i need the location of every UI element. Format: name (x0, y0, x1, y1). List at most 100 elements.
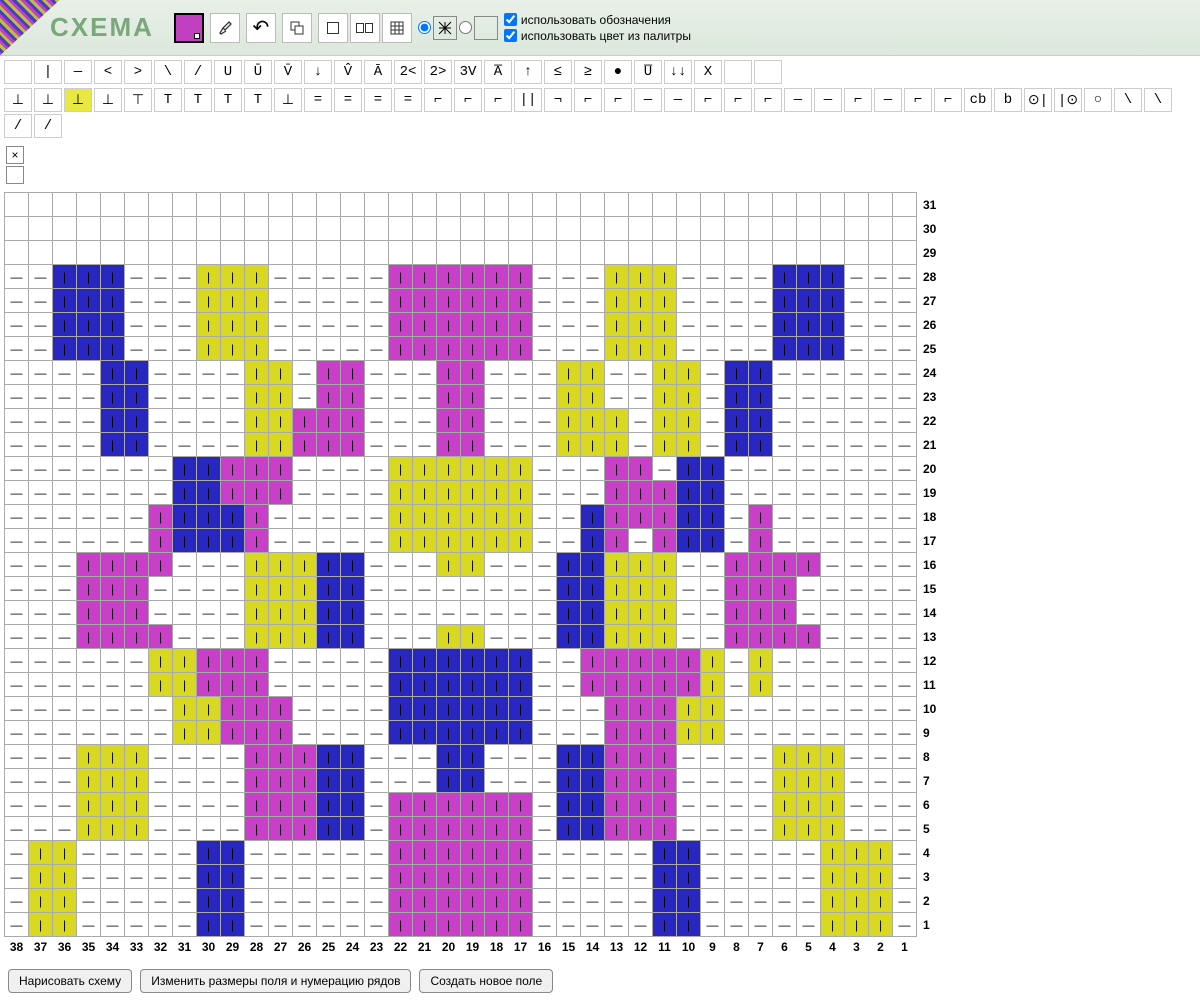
grid-cell[interactable]: | (269, 769, 293, 793)
grid-cell[interactable]: — (725, 793, 749, 817)
grid-cell[interactable]: — (221, 433, 245, 457)
grid-cell[interactable]: | (581, 793, 605, 817)
grid-cell[interactable]: | (653, 337, 677, 361)
grid-cell[interactable]: — (701, 577, 725, 601)
grid-cell[interactable]: — (893, 913, 917, 937)
grid-cell[interactable]: — (869, 289, 893, 313)
grid-cell[interactable]: | (869, 865, 893, 889)
grid-cell[interactable]: — (149, 889, 173, 913)
grid-cell[interactable]: | (629, 553, 653, 577)
grid-cell[interactable] (461, 241, 485, 265)
grid-cell[interactable]: | (677, 457, 701, 481)
grid-cell[interactable]: — (365, 481, 389, 505)
grid-cell[interactable]: | (341, 409, 365, 433)
grid-cell[interactable] (773, 241, 797, 265)
grid-cell[interactable]: — (29, 697, 53, 721)
grid-cell[interactable]: — (581, 337, 605, 361)
symbol-button[interactable]: ≤ (544, 60, 572, 84)
symbol-button[interactable]: ⊙| (1024, 88, 1052, 112)
grid-cell[interactable]: — (701, 745, 725, 769)
grid-cell[interactable]: — (77, 385, 101, 409)
grid-cell[interactable]: | (797, 745, 821, 769)
grid-cell[interactable]: — (101, 457, 125, 481)
grid-cell[interactable]: | (581, 505, 605, 529)
grid-cell[interactable]: — (365, 265, 389, 289)
grid-cell[interactable]: | (629, 769, 653, 793)
grid-cell[interactable]: — (269, 913, 293, 937)
grid-cell[interactable]: — (557, 337, 581, 361)
grid-cell[interactable]: — (293, 481, 317, 505)
grid-cell[interactable]: | (653, 697, 677, 721)
grid-cell[interactable]: — (677, 553, 701, 577)
grid-cell[interactable]: — (773, 361, 797, 385)
grid-cell[interactable]: | (245, 769, 269, 793)
grid-cell[interactable]: — (221, 601, 245, 625)
grid-cell[interactable]: | (413, 337, 437, 361)
grid-cell[interactable]: — (749, 697, 773, 721)
grid-cell[interactable]: | (461, 553, 485, 577)
grid-cell[interactable]: — (293, 649, 317, 673)
grid-cell[interactable]: — (341, 481, 365, 505)
grid-cell[interactable] (749, 241, 773, 265)
grid-cell[interactable]: | (101, 745, 125, 769)
grid-cell[interactable]: — (53, 385, 77, 409)
grid-cell[interactable]: — (317, 673, 341, 697)
grid-cell[interactable]: — (197, 385, 221, 409)
grid-cell[interactable]: — (581, 313, 605, 337)
grid-cell[interactable]: — (485, 625, 509, 649)
grid-cell[interactable]: — (725, 673, 749, 697)
grid-cell[interactable]: — (821, 697, 845, 721)
grid-cell[interactable]: | (557, 817, 581, 841)
grid-cell[interactable]: | (77, 265, 101, 289)
grid-cell[interactable]: — (341, 721, 365, 745)
grid-cell[interactable]: — (293, 673, 317, 697)
grid-cell[interactable]: | (773, 817, 797, 841)
grid-cell[interactable]: — (269, 529, 293, 553)
grid-cell[interactable]: — (365, 361, 389, 385)
grid-cell[interactable]: | (389, 793, 413, 817)
grid-cell[interactable]: — (77, 889, 101, 913)
symbol-button[interactable] (754, 60, 782, 84)
grid-cell[interactable]: | (197, 841, 221, 865)
grid-cell[interactable]: — (533, 817, 557, 841)
grid-cell[interactable]: | (509, 841, 533, 865)
grid-cell[interactable]: | (821, 313, 845, 337)
grid-cell[interactable] (797, 241, 821, 265)
grid-cell[interactable]: — (797, 529, 821, 553)
grid-cell[interactable]: | (317, 577, 341, 601)
grid-cell[interactable]: — (365, 577, 389, 601)
grid-cell[interactable] (581, 193, 605, 217)
symbol-button[interactable]: Ū (244, 60, 272, 84)
grid-cell[interactable]: — (365, 529, 389, 553)
grid-cell[interactable]: | (653, 313, 677, 337)
grid-cell[interactable]: — (317, 889, 341, 913)
grid-cell[interactable]: — (701, 769, 725, 793)
grid-cell[interactable]: | (701, 481, 725, 505)
grid-cell[interactable]: — (197, 409, 221, 433)
grid-cell[interactable]: — (317, 505, 341, 529)
grid-cell[interactable] (677, 241, 701, 265)
grid-cell[interactable]: — (821, 433, 845, 457)
grid-cell[interactable]: | (509, 793, 533, 817)
grid-cell[interactable]: — (269, 265, 293, 289)
grid-cell[interactable]: | (461, 385, 485, 409)
grid-cell[interactable]: — (53, 553, 77, 577)
grid-cell[interactable]: — (509, 409, 533, 433)
grid-cell[interactable]: — (509, 553, 533, 577)
grid-cell[interactable]: | (677, 481, 701, 505)
grid-cell[interactable]: | (653, 289, 677, 313)
grid-cell[interactable]: — (29, 769, 53, 793)
grid-cell[interactable]: — (197, 793, 221, 817)
grid-cell[interactable]: | (797, 817, 821, 841)
grid-cell[interactable]: | (485, 337, 509, 361)
grid-cell[interactable]: — (29, 361, 53, 385)
grid-cell[interactable]: | (605, 577, 629, 601)
grid-cell[interactable]: — (797, 505, 821, 529)
blank-cell-button[interactable] (6, 166, 24, 184)
grid-cell[interactable]: | (101, 769, 125, 793)
grid-cell[interactable] (269, 217, 293, 241)
grid-cell[interactable]: | (653, 481, 677, 505)
grid-cell[interactable]: — (341, 889, 365, 913)
grid-cell[interactable]: | (557, 409, 581, 433)
grid-cell[interactable]: | (197, 481, 221, 505)
